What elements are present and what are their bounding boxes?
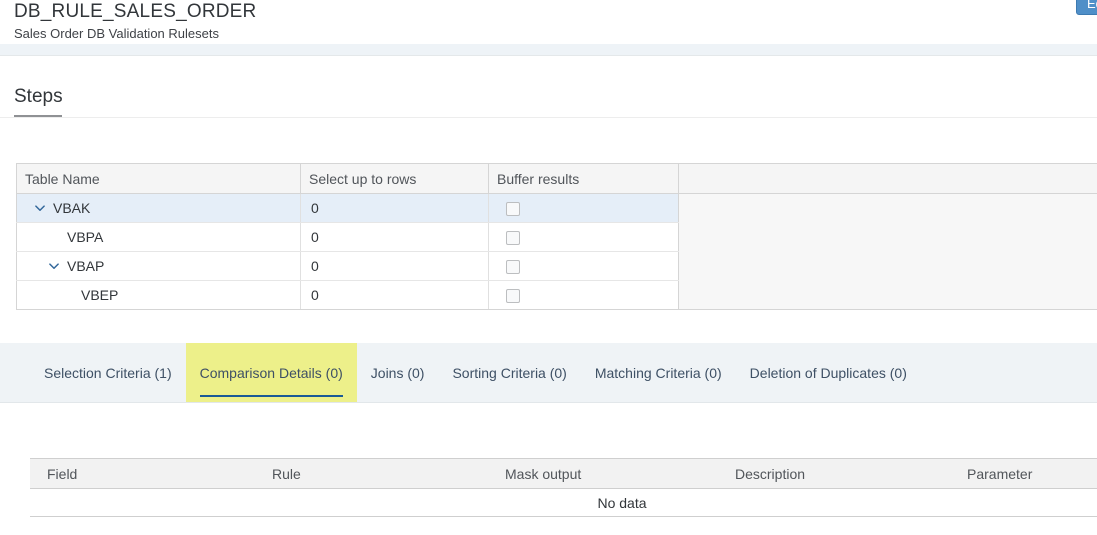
steps-table-row-vbpa[interactable]: VBPA 0 (17, 223, 1097, 252)
select-up-to-rows-value: 0 (311, 287, 319, 303)
tab-label: Comparison Details (0) (200, 365, 343, 381)
select-up-to-rows-cell: 0 (301, 252, 489, 281)
buffer-results-cell (489, 223, 679, 252)
select-up-to-rows-cell: 0 (301, 281, 489, 310)
steps-table-row-vbap[interactable]: VBAP 0 (17, 252, 1097, 281)
tab-label: Joins (0) (371, 365, 425, 381)
object-page: DB_RULE_SALES_ORDER Sales Order DB Valid… (0, 0, 1097, 535)
table-name-cell: VBAK (17, 194, 301, 223)
tab-sorting-criteria[interactable]: Sorting Criteria (0) (438, 343, 580, 402)
steps-table-row-vbep[interactable]: VBEP 0 (17, 281, 1097, 310)
row-filler-cell (679, 252, 1097, 281)
tab-label: Sorting Criteria (0) (452, 365, 566, 381)
table-name-label: VBPA (67, 229, 103, 245)
steps-table-row-vbak[interactable]: VBAK 0 (17, 194, 1097, 223)
no-data-row: No data (30, 489, 1097, 517)
column-header-buffer-results[interactable]: Buffer results (489, 164, 679, 194)
row-filler-cell (679, 223, 1097, 252)
page-subtitle: Sales Order DB Validation Rulesets (14, 26, 219, 41)
tab-joins[interactable]: Joins (0) (357, 343, 439, 402)
tab-label: Selection Criteria (1) (44, 365, 172, 381)
steps-table: Table Name Select up to rows Buffer resu… (16, 163, 1097, 310)
steps-table-container: Table Name Select up to rows Buffer resu… (16, 163, 1097, 310)
column-header-mask-output[interactable]: Mask output (488, 459, 718, 489)
column-header-field[interactable]: Field (30, 459, 255, 489)
buffer-results-cell (489, 194, 679, 223)
no-data-message: No data (30, 489, 1097, 517)
column-header-rule[interactable]: Rule (255, 459, 488, 489)
table-name-cell: VBAP (17, 252, 301, 281)
buffer-results-cell (489, 252, 679, 281)
table-name-cell: VBPA (17, 223, 301, 252)
tab-label: Deletion of Duplicates (0) (750, 365, 907, 381)
edit-button[interactable]: Edit (1076, 0, 1097, 15)
table-name-label: VBEP (81, 287, 118, 303)
anchor-tab-steps[interactable]: Steps (14, 86, 63, 108)
buffer-results-cell (489, 281, 679, 310)
steps-table-header-row: Table Name Select up to rows Buffer resu… (17, 164, 1097, 194)
buffer-results-checkbox[interactable] (506, 260, 520, 274)
buffer-results-checkbox[interactable] (506, 231, 520, 245)
table-name-label: VBAK (53, 200, 90, 216)
column-header-table-name[interactable]: Table Name (17, 164, 301, 194)
row-filler-cell (679, 281, 1097, 310)
comparison-table-container: Field Rule Mask output Description Param… (30, 458, 1097, 517)
header-divider-band (0, 44, 1097, 56)
page-title: DB_RULE_SALES_ORDER (14, 1, 256, 23)
column-header-description[interactable]: Description (718, 459, 950, 489)
table-name-label: VBAP (67, 258, 104, 274)
select-up-to-rows-cell: 0 (301, 223, 489, 252)
select-up-to-rows-value: 0 (311, 229, 319, 245)
comparison-table-header-row: Field Rule Mask output Description Param… (30, 459, 1097, 489)
select-up-to-rows-value: 0 (311, 200, 319, 216)
buffer-results-checkbox[interactable] (506, 289, 520, 303)
buffer-results-checkbox[interactable] (506, 202, 520, 216)
tab-comparison-details[interactable]: Comparison Details (0) (186, 343, 357, 402)
column-header-parameter[interactable]: Parameter (950, 459, 1097, 489)
chevron-down-icon[interactable] (34, 201, 46, 217)
chevron-down-icon[interactable] (48, 259, 60, 275)
tab-label: Matching Criteria (0) (595, 365, 722, 381)
tab-matching-criteria[interactable]: Matching Criteria (0) (581, 343, 736, 402)
select-up-to-rows-cell: 0 (301, 194, 489, 223)
table-name-cell: VBEP (17, 281, 301, 310)
select-up-to-rows-value: 0 (311, 258, 319, 274)
tab-selection-criteria[interactable]: Selection Criteria (1) (30, 343, 186, 402)
comparison-table: Field Rule Mask output Description Param… (30, 458, 1097, 517)
anchor-bar-divider (0, 117, 1097, 118)
row-filler-cell (679, 194, 1097, 223)
column-header-filler (679, 164, 1097, 194)
tab-deletion-of-duplicates[interactable]: Deletion of Duplicates (0) (736, 343, 921, 402)
column-header-select-up-to-rows[interactable]: Select up to rows (301, 164, 489, 194)
tab-bar: Selection Criteria (1) Comparison Details… (0, 343, 1097, 403)
